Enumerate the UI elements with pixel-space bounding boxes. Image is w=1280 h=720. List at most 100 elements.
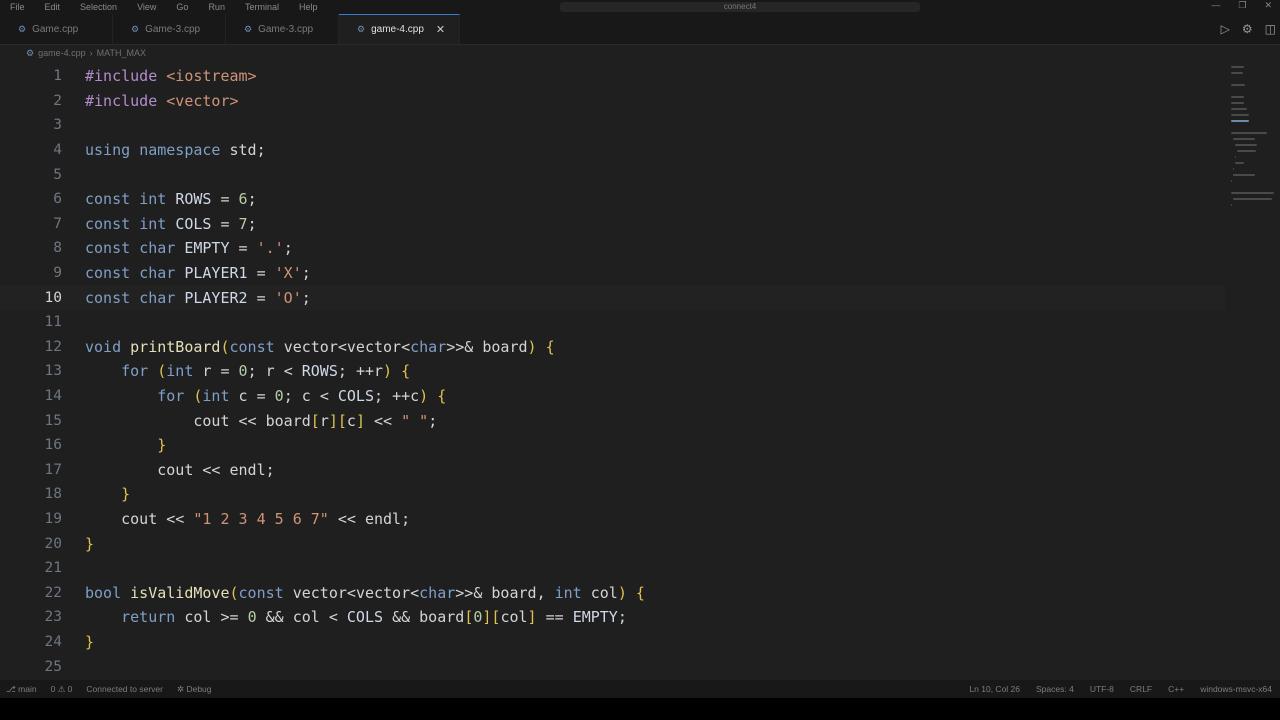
minimap-line <box>1231 84 1245 86</box>
minimap[interactable] <box>1225 62 1280 676</box>
code-line[interactable]: 19 cout << "1 2 3 4 5 6 7" << endl; <box>0 507 1225 532</box>
line-number: 25 <box>44 658 62 675</box>
menu-file[interactable]: File <box>0 2 35 12</box>
minimap-line <box>1231 72 1243 74</box>
code-line[interactable]: 2 #include <vector> <box>0 89 1225 114</box>
code-line[interactable]: 13 for (int r = 0; r < ROWS; ++r) { <box>0 359 1225 384</box>
code-line[interactable]: 24} <box>0 630 1225 655</box>
tab-game-3b-cpp[interactable]: ⚙ Game-3.cpp <box>226 14 339 44</box>
code-line[interactable]: 5 <box>0 162 1225 187</box>
minimap-line <box>1233 168 1234 170</box>
menu-selection[interactable]: Selection <box>70 2 127 12</box>
code-line[interactable]: 10 const char PLAYER2 = 'O'; <box>0 285 1225 310</box>
code-line[interactable]: 15 cout << board[r][c] << " "; <box>0 408 1225 433</box>
line-number: 22 <box>44 584 62 601</box>
code-line[interactable]: 11 <box>0 310 1225 335</box>
encoding[interactable]: UTF-8 <box>1090 684 1114 694</box>
menu-bar: File Edit Selection View Go Run Terminal… <box>0 0 1280 14</box>
branch-indicator[interactable]: ⎇ main <box>6 684 37 695</box>
code-line[interactable]: 3 <box>0 113 1225 138</box>
split-editor-icon[interactable]: ◫ <box>1265 22 1276 36</box>
run-icon[interactable]: ▷ <box>1221 22 1230 36</box>
line-number: 15 <box>44 412 62 429</box>
minimize-icon[interactable]: — <box>1211 0 1220 11</box>
line-number: 16 <box>44 437 62 454</box>
code-text: cout << "1 2 3 4 5 6 7" << endl; <box>121 509 411 528</box>
minimap-line <box>1231 66 1245 68</box>
minimap-line <box>1231 96 1245 98</box>
breadcrumb-file[interactable]: game-4.cpp <box>38 48 86 58</box>
close-window-icon[interactable]: ✕ <box>1264 0 1272 11</box>
tab-game-3-cpp[interactable]: ⚙ Game-3.cpp <box>113 14 226 44</box>
code-text: cout << endl; <box>157 460 275 479</box>
status-bar: ⎇ main 0 ⚠ 0 Connected to server ✲ Debug… <box>0 680 1280 698</box>
line-number: 10 <box>44 289 62 306</box>
code-line[interactable]: 14 for (int c = 0; c < COLS; ++c) { <box>0 384 1225 409</box>
menu-view[interactable]: View <box>127 2 166 12</box>
problems-indicator[interactable]: 0 ⚠ 0 <box>51 684 73 695</box>
code-line[interactable]: 12 void printBoard(const vector<vector<ch… <box>0 335 1225 360</box>
close-icon[interactable]: ✕ <box>436 23 445 36</box>
menu-go[interactable]: Go <box>166 2 198 12</box>
line-number: 2 <box>53 92 62 109</box>
line-number: 12 <box>44 338 62 355</box>
code-line[interactable]: 22 bool isValidMove(const vector<vector<c… <box>0 580 1225 605</box>
platform-indicator[interactable]: windows-msvc-x64 <box>1200 684 1272 694</box>
tab-label: game-4.cpp <box>371 24 424 35</box>
debug-indicator[interactable]: ✲ Debug <box>177 684 212 695</box>
menu-run[interactable]: Run <box>198 2 235 12</box>
code-line[interactable]: 8 const char EMPTY = '.'; <box>0 236 1225 261</box>
settings-gear-icon[interactable]: ⚙ <box>1242 22 1253 36</box>
remote-indicator[interactable]: Connected to server <box>86 684 163 694</box>
code-line[interactable]: 21 <box>0 556 1225 581</box>
code-text: return col >= 0 && col < COLS && board[0… <box>121 608 627 627</box>
code-line[interactable]: 7 const int COLS = 7; <box>0 212 1225 237</box>
code-line[interactable]: 25 <box>0 654 1225 678</box>
branch-name: main <box>18 683 37 694</box>
cpp-file-icon: ⚙ <box>131 23 140 34</box>
menu-help[interactable]: Help <box>289 2 328 12</box>
code-text: } <box>85 534 95 553</box>
code-line[interactable]: 23 return col >= 0 && col < COLS && boar… <box>0 605 1225 630</box>
line-number: 18 <box>44 486 62 503</box>
menu-terminal[interactable]: Terminal <box>235 2 289 12</box>
maximize-icon[interactable]: ❐ <box>1238 0 1246 11</box>
line-number: 23 <box>44 609 62 626</box>
code-text: using namespace std; <box>85 141 266 160</box>
code-line[interactable]: 4 using namespace std; <box>0 138 1225 163</box>
cursor-position[interactable]: Ln 10, Col 26 <box>969 684 1020 694</box>
minimap-line <box>1231 108 1248 110</box>
minimap-line <box>1235 162 1245 164</box>
code-text: const char PLAYER2 = 'O'; <box>85 288 311 307</box>
tab-game-cpp[interactable]: ⚙ Game.cpp <box>0 14 113 44</box>
line-ending[interactable]: CRLF <box>1130 684 1152 694</box>
line-number: 13 <box>44 363 62 380</box>
tab-game-4-cpp[interactable]: ⚙ game-4.cpp ✕ <box>339 14 461 44</box>
minimap-line <box>1231 204 1232 206</box>
line-number: 24 <box>44 633 62 650</box>
minimap-line <box>1231 192 1275 194</box>
menu-edit[interactable]: Edit <box>35 2 71 12</box>
code-line[interactable]: 6 const int ROWS = 6; <box>0 187 1225 212</box>
code-line[interactable]: 1 #include <iostream> <box>0 64 1225 89</box>
debug-label: Debug <box>186 683 212 694</box>
code-line[interactable]: 9 const char PLAYER1 = 'X'; <box>0 261 1225 286</box>
code-line[interactable]: 16 } <box>0 433 1225 458</box>
cpp-file-icon: ⚙ <box>18 23 27 34</box>
code-editor[interactable]: 1 #include <iostream> 2 #include <vector> 3 4… <box>0 62 1225 678</box>
code-line[interactable]: 17 cout << endl; <box>0 458 1225 483</box>
command-center-search[interactable]: connect4 <box>560 2 920 12</box>
code-text: const int COLS = 7; <box>85 214 257 233</box>
indentation[interactable]: Spaces: 4 <box>1036 684 1074 694</box>
code-line[interactable]: 20} <box>0 531 1225 556</box>
line-number: 9 <box>53 265 62 282</box>
code-text: for (int c = 0; c < COLS; ++c) { <box>157 387 447 406</box>
editor-tab-bar: ⚙ Game.cpp ⚙ Game-3.cpp ⚙ Game-3.cpp ⚙ g… <box>0 14 1280 45</box>
code-line[interactable]: 18 } <box>0 482 1225 507</box>
line-number: 1 <box>53 68 62 85</box>
breadcrumb-symbol[interactable]: MATH_MAX <box>97 48 146 58</box>
code-text: const char PLAYER1 = 'X'; <box>85 264 311 283</box>
tab-label: Game-3.cpp <box>258 23 314 35</box>
language-mode[interactable]: C++ <box>1168 684 1184 694</box>
tab-label: Game.cpp <box>32 23 79 35</box>
